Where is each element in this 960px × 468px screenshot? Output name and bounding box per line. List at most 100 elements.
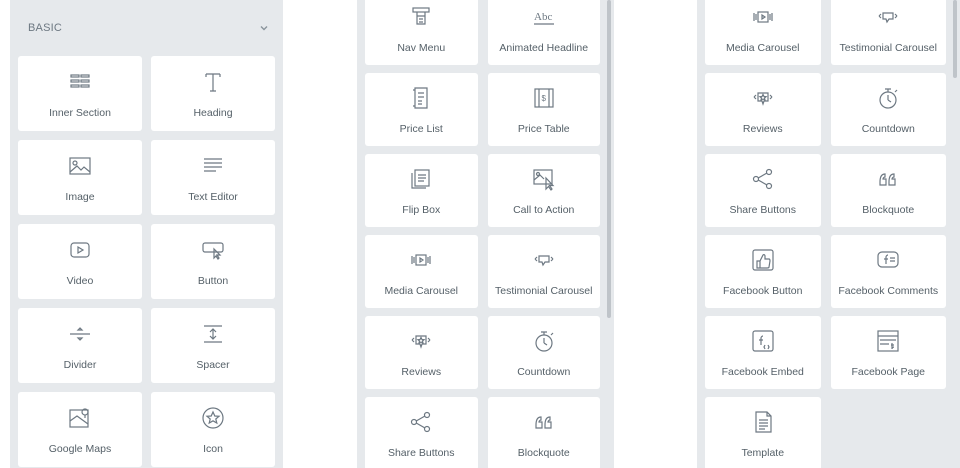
widget-label: Share Buttons (729, 203, 797, 216)
category-header-basic[interactable]: BASIC (10, 0, 283, 56)
scrollbar[interactable] (607, 0, 611, 318)
widget-animated-headline[interactable]: Abc Animated Headline (487, 0, 600, 65)
widget-text-editor[interactable]: Text Editor (151, 140, 275, 215)
widget-nav-menu[interactable]: Nav Menu (365, 0, 478, 65)
widget-spacer[interactable]: Spacer (151, 308, 275, 383)
widget-label: Testimonial Carousel (495, 284, 593, 297)
widget-label: Price Table (517, 122, 570, 135)
price-list-icon (408, 85, 434, 111)
widget-button[interactable]: Button (151, 224, 275, 299)
call-to-action-icon (531, 166, 557, 192)
widget-label: Facebook Button (723, 284, 803, 297)
flip-box-icon (408, 166, 434, 192)
widget-testimonial-carousel[interactable]: Testimonial Carousel (830, 0, 946, 65)
widget-image[interactable]: Image (18, 140, 142, 215)
widget-label: Nav Menu (397, 41, 446, 54)
scrollbar[interactable] (953, 0, 957, 78)
widget-blockquote[interactable]: Blockquote (830, 154, 946, 227)
spacer-icon (200, 321, 226, 347)
widget-label: Countdown (861, 122, 915, 135)
facebook-embed-icon (750, 328, 776, 354)
media-carousel-icon (408, 247, 434, 273)
widget-media-carousel[interactable]: Media Carousel (705, 0, 821, 65)
widget-label: Reviews (742, 122, 783, 135)
widget-label: Media Carousel (725, 41, 800, 54)
widget-label: Heading (193, 106, 233, 119)
widgets-grid: Inner Section Heading Image Text Editor Vide… (18, 56, 275, 467)
widgets-panel-basic: BASIC Inner Section Heading Image Text Edit… (10, 0, 283, 468)
price-table-icon: $ (531, 85, 557, 111)
widget-share-buttons[interactable]: Share Buttons (705, 154, 821, 227)
divider-icon (67, 321, 93, 347)
widget-template[interactable]: Template (705, 397, 821, 468)
widget-label: Call to Action (513, 203, 575, 216)
animated-headline-icon: Abc (531, 4, 557, 30)
testimonial-carousel-icon (531, 247, 557, 273)
widget-blockquote[interactable]: Blockquote (487, 397, 600, 468)
facebook-comments-icon (875, 247, 901, 273)
widget-icon[interactable]: Icon (151, 392, 275, 467)
widgets-panel-pro: Nav Menu Abc Animated Headline Price List $ P… (357, 0, 614, 468)
media-carousel-icon (750, 4, 776, 30)
svg-text:$: $ (541, 94, 546, 103)
widgets-panel-pro-scrolled: Media Carousel Testimonial Carousel Review… (697, 0, 960, 468)
star-icon (200, 405, 226, 431)
widget-facebook-embed[interactable]: Facebook Embed (705, 316, 821, 389)
widget-label: Facebook Page (851, 365, 926, 378)
widget-countdown[interactable]: Countdown (487, 316, 600, 389)
widget-video[interactable]: Video (18, 224, 142, 299)
countdown-icon (531, 328, 557, 354)
nav-menu-icon (408, 4, 434, 30)
widget-label: Button (197, 274, 229, 287)
text-editor-icon (200, 153, 226, 179)
widget-facebook-button[interactable]: Facebook Button (705, 235, 821, 308)
widgets-grid: Nav Menu Abc Animated Headline Price List $ P… (365, 0, 600, 468)
reviews-icon (408, 328, 434, 354)
blockquote-icon (531, 409, 557, 435)
widget-label: Blockquote (517, 446, 570, 459)
widget-call-to-action[interactable]: Call to Action (487, 154, 600, 227)
countdown-icon (875, 85, 901, 111)
video-icon (67, 237, 93, 263)
template-icon (750, 409, 776, 435)
widget-label: Video (66, 274, 94, 287)
facebook-page-icon (875, 328, 901, 354)
widget-label: Blockquote (862, 203, 915, 216)
widget-divider[interactable]: Divider (18, 308, 142, 383)
heading-icon (200, 69, 226, 95)
widget-label: Testimonial Carousel (839, 41, 937, 54)
widget-reviews[interactable]: Reviews (365, 316, 478, 389)
widget-label: Reviews (401, 365, 442, 378)
widget-facebook-comments[interactable]: Facebook Comments (830, 235, 946, 308)
widget-facebook-page[interactable]: Facebook Page (830, 316, 946, 389)
widget-label: Facebook Comments (838, 284, 939, 297)
widget-google-maps[interactable]: Google Maps (18, 392, 142, 467)
widget-inner-section[interactable]: Inner Section (18, 56, 142, 131)
widget-label: Animated Headline (499, 41, 589, 54)
widget-price-list[interactable]: Price List (365, 73, 478, 146)
widget-reviews[interactable]: Reviews (705, 73, 821, 146)
reviews-icon (750, 85, 776, 111)
widgets-grid: Media Carousel Testimonial Carousel Review… (705, 0, 946, 468)
widget-label: Template (741, 446, 785, 459)
widget-countdown[interactable]: Countdown (830, 73, 946, 146)
widget-label: Price List (399, 122, 443, 135)
widget-label: Share Buttons (387, 446, 455, 459)
widget-label: Image (65, 190, 95, 203)
widget-label: Spacer (196, 358, 230, 371)
facebook-button-icon (750, 247, 776, 273)
widget-label: Google Maps (48, 442, 112, 455)
widget-testimonial-carousel[interactable]: Testimonial Carousel (487, 235, 600, 308)
widget-heading[interactable]: Heading (151, 56, 275, 131)
chevron-down-icon (260, 26, 268, 31)
widget-label: Text Editor (188, 190, 238, 203)
widget-label: Inner Section (49, 106, 111, 119)
button-icon (200, 237, 226, 263)
widget-price-table[interactable]: $ Price Table (487, 73, 600, 146)
widget-share-buttons[interactable]: Share Buttons (365, 397, 478, 468)
inner-section-icon (67, 69, 93, 95)
google-maps-icon (67, 405, 93, 431)
widget-media-carousel[interactable]: Media Carousel (365, 235, 478, 308)
widget-flip-box[interactable]: Flip Box (365, 154, 478, 227)
category-title: BASIC (28, 22, 63, 34)
